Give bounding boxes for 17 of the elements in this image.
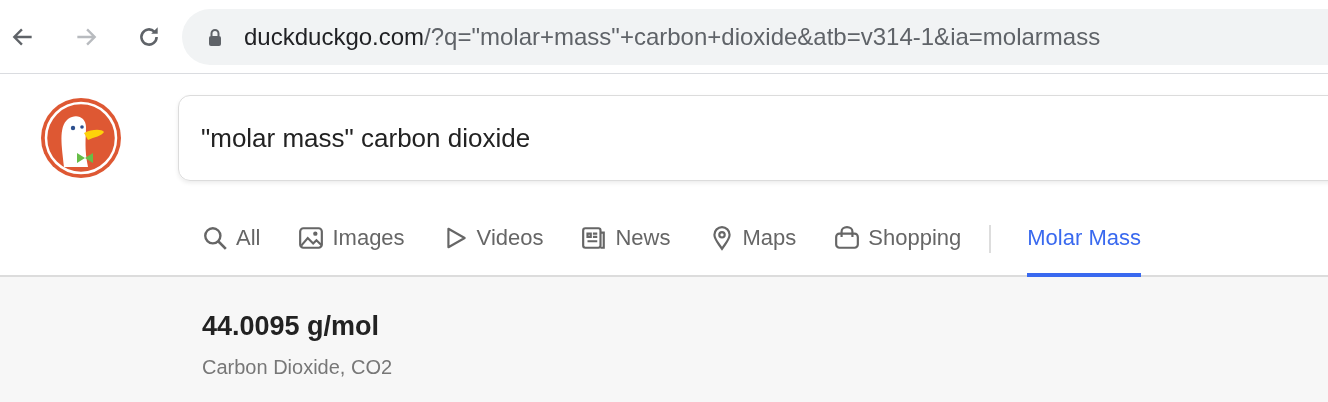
molar-mass-value: 44.0095 g/mol: [202, 311, 381, 342]
shopping-bag-icon: [834, 224, 861, 251]
search-tab[interactable]: Videos: [442, 202, 544, 277]
search-tab[interactable]: Shopping: [834, 202, 962, 277]
search-tab[interactable]: Images: [298, 202, 405, 277]
url-text: duckduckgo.com/?q="molar+mass"+carbon+dioxide&atb=v314-1&ia=molarmass: [244, 22, 1101, 51]
search-icon: [202, 224, 228, 251]
search-tab[interactable]: Molar Mass: [1027, 202, 1141, 277]
duck-logo[interactable]: [40, 97, 122, 179]
image-icon: [298, 224, 325, 251]
compound-name: Carbon Dioxide, CO2: [202, 356, 394, 379]
search-tab[interactable]: News: [581, 202, 671, 277]
newspaper-icon: [581, 224, 608, 251]
search-tab[interactable]: All: [202, 202, 261, 277]
address-bar[interactable]: duckduckgo.com/?q="molar+mass"+carbon+dioxide&atb=v314-1&ia=molarmass: [182, 8, 1328, 65]
search-field[interactable]: "molar mass" carbon dioxide: [178, 95, 1328, 181]
search-tab[interactable]: Maps: [708, 202, 797, 277]
